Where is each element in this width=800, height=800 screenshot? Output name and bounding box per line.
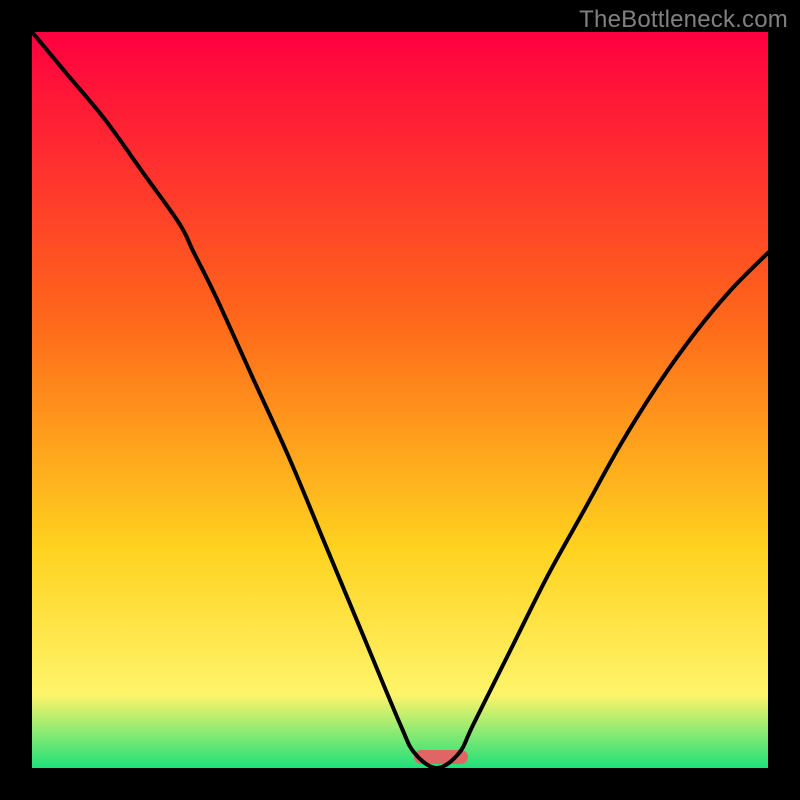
watermark-text: TheBottleneck.com	[579, 6, 788, 34]
chart-frame: TheBottleneck.com	[0, 0, 800, 800]
bottleneck-curve	[32, 32, 768, 768]
plot-area	[32, 32, 768, 768]
